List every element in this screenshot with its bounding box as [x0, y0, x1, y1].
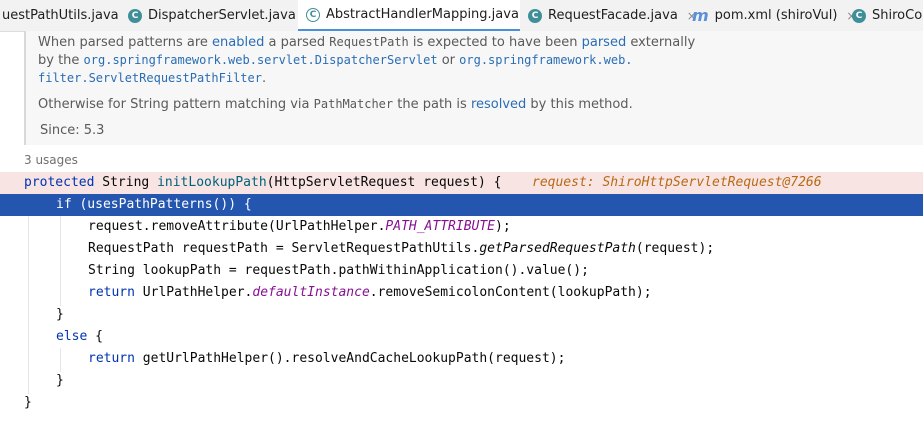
abstract-class-icon: C	[306, 7, 320, 22]
code-text: }	[56, 307, 64, 322]
java-class-icon: C	[128, 8, 142, 23]
keyword: if	[56, 197, 72, 212]
code-text: UrlPathHelper.	[134, 285, 253, 300]
doc-text: Otherwise for String pattern matching vi…	[38, 97, 314, 112]
doc-code: RequestPath	[329, 35, 409, 49]
java-class-icon: C	[528, 8, 542, 23]
tab-pom-xml[interactable]: m pom.xml (shiroVul) ×	[692, 0, 856, 31]
keyword: protected	[24, 175, 95, 190]
doc-line: Otherwise for String pattern matching vi…	[38, 97, 633, 112]
code-line[interactable]: protected String initLookupPath(HttpServ…	[0, 172, 923, 194]
tab-dispatcher-servlet[interactable]: C DispatcherServlet.java ×	[128, 0, 315, 31]
doc-link[interactable]: org.springframework.web.	[459, 53, 632, 67]
code-line[interactable]: return UrlPathHelper.defaultInstance.rem…	[0, 282, 923, 304]
static-method: getParsedRequestPath	[479, 241, 636, 256]
code-line[interactable]: RequestPath requestPath = ServletRequest…	[0, 238, 923, 260]
code-text: .removeSemicolonContent(lookupPath);	[369, 285, 652, 300]
doc-link[interactable]: filter.ServletRequestPathFilter	[38, 71, 262, 85]
doc-text: When parsed patterns are	[38, 35, 213, 50]
tab-label: pom.xml (shiroVul)	[714, 8, 838, 23]
doc-link[interactable]: parsed	[582, 35, 627, 50]
code-line[interactable]: request.removeAttribute(UrlPathHelper.PA…	[0, 216, 923, 238]
keyword: return	[88, 285, 135, 300]
code-line[interactable]: }	[0, 370, 923, 392]
tab-label: AbstractHandlerMapping.java	[326, 7, 519, 22]
javadoc-gutter-bar	[24, 31, 26, 145]
code-text: (usesPathPatterns()) {	[71, 197, 252, 212]
code-text: }	[24, 395, 32, 410]
tab-shiro-con[interactable]: C ShiroCon	[852, 0, 923, 31]
code-text: (request);	[635, 241, 715, 256]
tab-label: uestPathUtils.java	[2, 8, 119, 23]
tab-label: ShiroCon	[872, 8, 923, 23]
debugger-inline-value: request: ShiroHttpServletRequest@7266	[532, 175, 822, 190]
usages-hint[interactable]: 3 usages	[24, 153, 78, 167]
doc-text: the path is	[393, 97, 471, 112]
doc-link[interactable]: org.springframework.web.servlet.Dispatch…	[84, 53, 438, 67]
code-text: RequestPath requestPath = ServletRequest…	[88, 241, 480, 256]
code-line[interactable]: else {	[0, 326, 923, 348]
editor-tab-bar: uestPathUtils.java × C DispatcherServlet…	[0, 0, 923, 32]
tab-label: DispatcherServlet.java	[148, 8, 296, 23]
code-text: request.removeAttribute(UrlPathHelper.	[88, 219, 386, 234]
doc-text: externally	[626, 35, 696, 50]
keyword: return	[88, 351, 135, 366]
code-text: getUrlPathHelper().resolveAndCacheLookup…	[134, 351, 566, 366]
java-class-icon: C	[852, 8, 866, 23]
doc-link[interactable]: enabled	[212, 35, 264, 50]
code-text: String	[94, 175, 158, 190]
code-text: (HttpServletRequest request) {	[266, 175, 502, 190]
doc-link[interactable]: resolved	[471, 97, 526, 112]
tab-request-facade[interactable]: C RequestFacade.java ×	[528, 0, 697, 31]
code-line-current-execution[interactable]: if (usesPathPatterns()) {	[0, 194, 923, 216]
code-text: String lookupPath = requestPath.pathWith…	[88, 263, 589, 278]
code-text: );	[495, 219, 511, 234]
method-name: initLookupPath	[157, 175, 267, 190]
doc-text: or	[437, 53, 460, 68]
doc-text: by the	[38, 53, 84, 68]
code-line[interactable]: String lookupPath = requestPath.pathWith…	[0, 260, 923, 282]
code-line[interactable]: }	[0, 392, 923, 414]
tab-abstract-handler-mapping[interactable]: C AbstractHandlerMapping.java ×	[298, 0, 538, 31]
doc-line: by the org.springframework.web.servlet.D…	[38, 53, 633, 68]
doc-text: by this method.	[526, 97, 633, 112]
doc-text: a parsed	[264, 35, 330, 50]
static-field: PATH_ATTRIBUTE	[385, 219, 495, 234]
tab-label: RequestFacade.java	[548, 8, 678, 23]
tab-request-path-utils[interactable]: uestPathUtils.java ×	[0, 0, 138, 31]
code-text: }	[56, 373, 64, 388]
code-text: {	[87, 329, 103, 344]
doc-code: PathMatcher	[313, 97, 394, 111]
static-field: defaultInstance	[252, 285, 370, 300]
doc-line: filter.ServletRequestPathFilter.	[38, 71, 266, 86]
maven-icon: m	[692, 6, 709, 25]
doc-line: When parsed patterns are enabled a parse…	[38, 35, 695, 50]
keyword: else	[56, 329, 88, 344]
code-line[interactable]: return getUrlPathHelper().resolveAndCach…	[0, 348, 923, 370]
code-line[interactable]: }	[0, 304, 923, 326]
doc-since: Since: 5.3	[40, 123, 105, 138]
doc-text: .	[261, 71, 267, 86]
doc-text: is expected to have been	[408, 35, 582, 50]
